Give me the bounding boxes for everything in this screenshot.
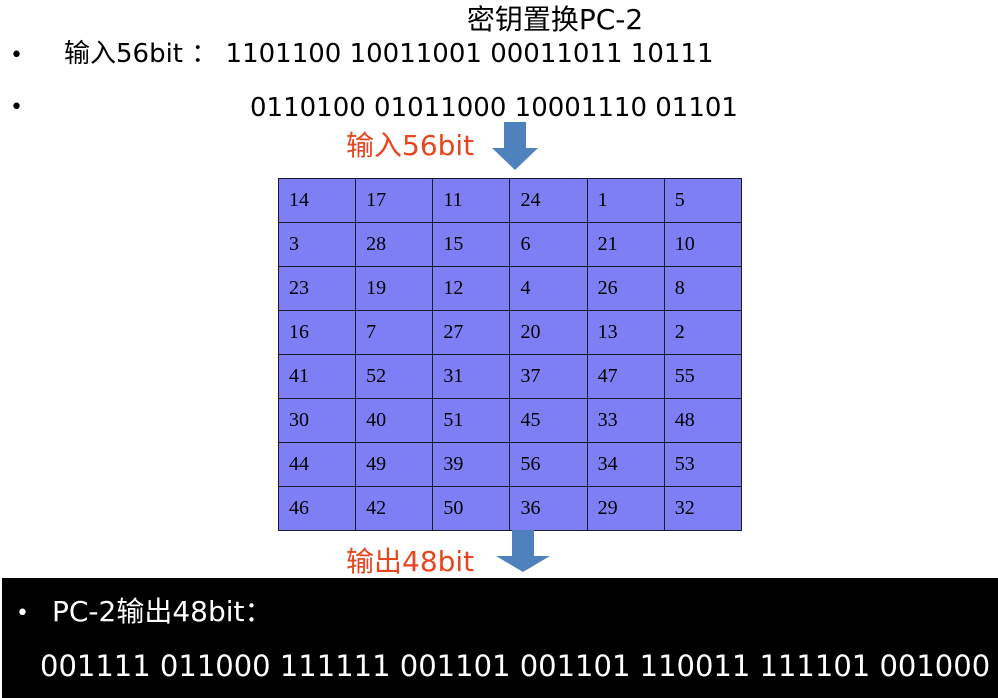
table-cell: 32 bbox=[663, 486, 743, 531]
table-cell: 13 bbox=[586, 310, 665, 355]
table-row: 23 19 12 4 26 8 bbox=[277, 266, 743, 311]
table-cell: 28 bbox=[355, 222, 434, 267]
table-cell: 42 bbox=[355, 486, 434, 531]
slide-title: 密钥置换PC-2 bbox=[466, 3, 644, 36]
table-cell: 27 bbox=[432, 310, 511, 355]
table-cell: 36 bbox=[509, 486, 588, 531]
table-cell: 2 bbox=[663, 310, 743, 355]
table-row: 41 52 31 37 47 55 bbox=[277, 354, 743, 399]
table-cell: 5 bbox=[663, 178, 743, 223]
table-cell: 12 bbox=[432, 266, 511, 311]
down-arrow-icon bbox=[496, 530, 550, 572]
input-bits-line-1: 输入56bit ： 1101100 10011001 00011011 1011… bbox=[64, 39, 714, 69]
table-row: 14 17 11 24 1 5 bbox=[277, 178, 743, 223]
table-cell: 56 bbox=[509, 442, 588, 487]
table-cell: 52 bbox=[355, 354, 434, 399]
table-row: 44 49 39 56 34 53 bbox=[277, 442, 743, 487]
table-cell: 21 bbox=[586, 222, 665, 267]
table-cell: 23 bbox=[277, 266, 357, 311]
table-cell: 11 bbox=[432, 178, 511, 223]
table-cell: 24 bbox=[509, 178, 588, 223]
output-heading: PC-2输出48bit： bbox=[52, 595, 273, 628]
bullet-1: • bbox=[10, 43, 23, 68]
table-cell: 19 bbox=[355, 266, 434, 311]
table-cell: 14 bbox=[277, 178, 357, 223]
down-arrow-icon bbox=[492, 122, 538, 170]
table-cell: 7 bbox=[355, 310, 434, 355]
table-cell: 26 bbox=[586, 266, 665, 311]
table-cell: 55 bbox=[663, 354, 743, 399]
table-cell: 16 bbox=[277, 310, 357, 355]
table-cell: 40 bbox=[355, 398, 434, 443]
table-cell: 15 bbox=[432, 222, 511, 267]
table-cell: 10 bbox=[663, 222, 743, 267]
table-row: 46 42 50 36 29 32 bbox=[277, 486, 743, 531]
table-cell: 51 bbox=[432, 398, 511, 443]
table-row: 16 7 27 20 13 2 bbox=[277, 310, 743, 355]
table-cell: 3 bbox=[277, 222, 357, 267]
table-cell: 30 bbox=[277, 398, 357, 443]
table-cell: 39 bbox=[432, 442, 511, 487]
table-row: 30 40 51 45 33 48 bbox=[277, 398, 743, 443]
table-cell: 8 bbox=[663, 266, 743, 311]
input-bits-line-2: 0110100 01011000 10001110 01101 bbox=[250, 93, 738, 123]
table-cell: 20 bbox=[509, 310, 588, 355]
table-cell: 17 bbox=[355, 178, 434, 223]
table-cell: 33 bbox=[586, 398, 665, 443]
table-cell: 6 bbox=[509, 222, 588, 267]
output-bits: 001111 011000 111111 001101 001101 11001… bbox=[40, 649, 991, 683]
pc2-permutation-table: 14 17 11 24 1 5 3 28 15 6 21 10 23 19 12 4 26 8 16 7 27 20 13 2… bbox=[277, 178, 743, 531]
table-cell: 50 bbox=[432, 486, 511, 531]
table-cell: 37 bbox=[509, 354, 588, 399]
table-cell: 48 bbox=[663, 398, 743, 443]
table-cell: 53 bbox=[663, 442, 743, 487]
output-48bit-label: 输出48bit bbox=[346, 545, 475, 578]
table-cell: 31 bbox=[432, 354, 511, 399]
output-panel: • PC-2输出48bit： 001111 011000 111111 0011… bbox=[2, 578, 998, 698]
bullet-2: • bbox=[10, 95, 23, 120]
table-cell: 1 bbox=[586, 178, 665, 223]
table-cell: 29 bbox=[586, 486, 665, 531]
table-cell: 47 bbox=[586, 354, 665, 399]
table-cell: 49 bbox=[355, 442, 434, 487]
table-cell: 41 bbox=[277, 354, 357, 399]
output-bullet: • bbox=[16, 601, 29, 626]
table-cell: 45 bbox=[509, 398, 588, 443]
input-56bit-label: 输入56bit bbox=[346, 129, 475, 162]
table-row: 3 28 15 6 21 10 bbox=[277, 222, 743, 267]
table-cell: 44 bbox=[277, 442, 357, 487]
table-cell: 4 bbox=[509, 266, 588, 311]
table-cell: 46 bbox=[277, 486, 357, 531]
table-cell: 34 bbox=[586, 442, 665, 487]
